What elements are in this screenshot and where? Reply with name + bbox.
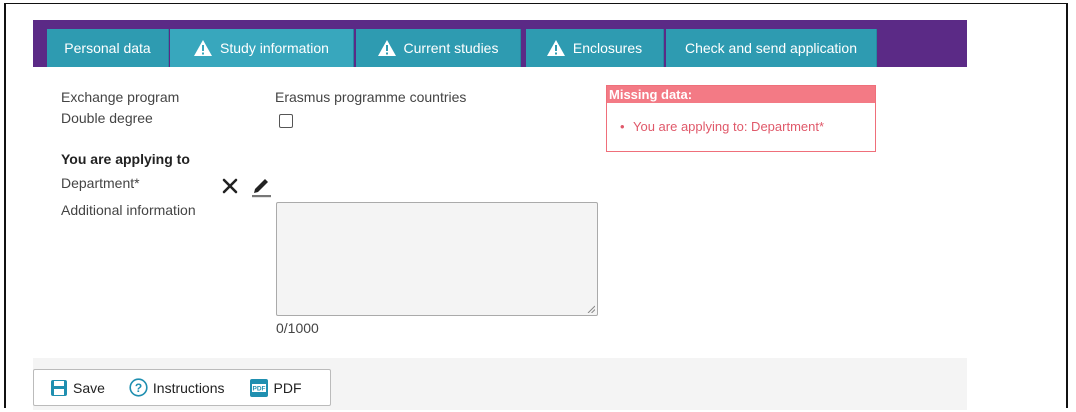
tab-label: Current studies xyxy=(403,40,499,56)
action-toolbar: Save ? Instructions PDF PDF xyxy=(33,369,331,406)
additional-info-label: Additional information xyxy=(61,202,196,218)
tab-label: Personal data xyxy=(64,40,151,56)
footer-bar: Save ? Instructions PDF PDF xyxy=(33,358,967,410)
double-degree-checkbox[interactable] xyxy=(279,114,293,128)
tab-check-and-send[interactable]: Check and send application xyxy=(666,29,877,67)
pdf-icon: PDF xyxy=(249,378,268,397)
department-label: Department* xyxy=(61,175,140,191)
tab-label: Study information xyxy=(220,40,329,56)
char-counter: 0/1000 xyxy=(276,320,319,336)
instructions-button[interactable]: ? Instructions xyxy=(129,378,225,397)
svg-text:?: ? xyxy=(135,381,142,395)
tab-label: Check and send application xyxy=(684,40,857,56)
edit-icon[interactable] xyxy=(250,174,272,198)
missing-data-item: You are applying to: Department* xyxy=(620,119,824,134)
tab-study-information[interactable]: Study information xyxy=(170,29,354,67)
application-panel: Personal data Study information Current … xyxy=(33,20,967,410)
warning-icon xyxy=(377,40,396,56)
tab-enclosures[interactable]: Enclosures xyxy=(526,29,664,67)
svg-text:PDF: PDF xyxy=(252,385,265,392)
pdf-label: PDF xyxy=(273,379,302,396)
help-icon: ? xyxy=(129,378,148,397)
save-button[interactable]: Save xyxy=(50,379,105,397)
exchange-program-label: Exchange program xyxy=(61,89,180,105)
warning-icon xyxy=(546,40,565,56)
missing-data-title: Missing data: xyxy=(607,86,875,103)
applying-heading: You are applying to xyxy=(61,151,190,167)
tab-label: Enclosures xyxy=(572,40,643,56)
additional-info-textarea[interactable] xyxy=(276,202,598,316)
resize-handle-icon[interactable] xyxy=(587,305,595,313)
pdf-button[interactable]: PDF PDF xyxy=(249,378,302,398)
missing-data-box: Missing data: You are applying to: Depar… xyxy=(606,85,876,152)
warning-icon xyxy=(194,40,213,56)
save-label: Save xyxy=(73,379,105,396)
double-degree-label: Double degree xyxy=(61,110,153,126)
instructions-label: Instructions xyxy=(152,379,225,396)
clear-icon[interactable] xyxy=(221,177,239,195)
tab-bar: Personal data Study information Current … xyxy=(33,20,967,67)
tab-personal-data[interactable]: Personal data xyxy=(47,29,169,67)
save-icon xyxy=(51,379,67,396)
exchange-program-value: Erasmus programme countries xyxy=(275,89,467,105)
tab-current-studies[interactable]: Current studies xyxy=(356,29,521,67)
